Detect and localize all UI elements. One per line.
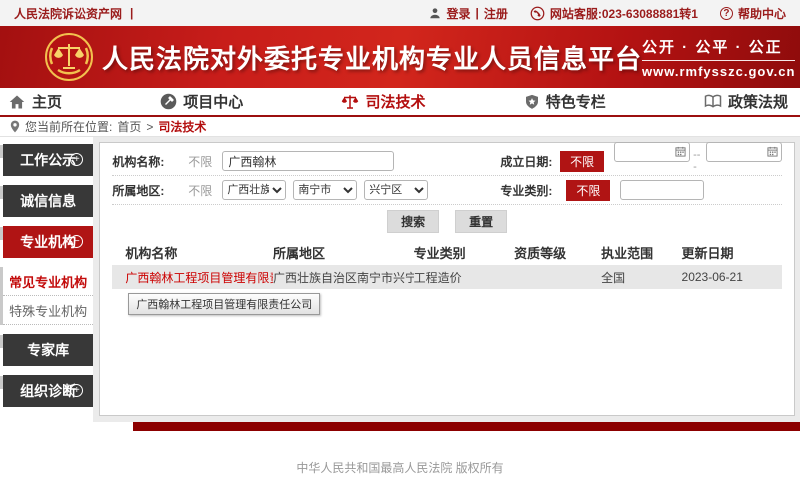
collapse-icon[interactable]: [70, 235, 83, 248]
org-name-link[interactable]: 广西翰林工程项目管理有限责任...: [125, 271, 273, 285]
topbar-divider: |: [130, 6, 133, 20]
sidebar-item-professional-orgs[interactable]: 专业机构: [3, 226, 93, 258]
sidebar-item-work-publicity[interactable]: 工作公示: [3, 144, 93, 176]
sidebar: 工作公示 诚信信息 专业机构 常见专业机构 特殊专业机构 专家库 组织诊断: [0, 137, 93, 422]
submenu-item-special-orgs[interactable]: 特殊专业机构: [3, 296, 93, 325]
user-icon: [428, 6, 442, 20]
slogan-divider: [642, 60, 795, 61]
site-url: www.rmfysszc.gov.cn: [642, 64, 795, 79]
phone-icon: [530, 6, 545, 21]
nav-item-judicial-tech[interactable]: 司法技术: [341, 91, 425, 112]
sidebar-submenu: 常见专业机构 特殊专业机构: [3, 267, 93, 325]
province-select[interactable]: 广西壮族自治区: [222, 180, 286, 200]
breadcrumb-separator: >: [146, 120, 153, 134]
org-name-input[interactable]: [222, 151, 394, 171]
form-actions: 搜索 重置: [112, 205, 782, 237]
col-header-category: 专业类别: [414, 239, 514, 265]
cell-updated: 2023-06-21: [682, 265, 782, 289]
cell-scope: 全国: [601, 265, 681, 289]
location-pin-icon: [10, 120, 20, 133]
sidebar-item-expert-pool[interactable]: 专家库: [3, 334, 93, 366]
home-icon: [8, 94, 26, 110]
book-icon: [704, 94, 722, 109]
org-name-label: 机构名称:: [112, 153, 178, 170]
filter-row-1: 机构名称: 不限 成立日期: 不限 ---: [112, 147, 782, 176]
col-header-scope: 执业范围: [601, 239, 681, 265]
table-row: 广西翰林工程项目管理有限责任... 广西壮族自治区南宁市兴宁区 工程造价 全国 …: [112, 265, 782, 289]
date-range-separator: ---: [693, 149, 703, 173]
nav-item-project-center[interactable]: 项目中心: [160, 91, 243, 112]
scales-icon: [341, 93, 359, 111]
breadcrumb-current: 司法技术: [158, 118, 206, 135]
sidebar-item-org-diagnosis[interactable]: 组织诊断: [3, 375, 93, 407]
footer: 中华人民共和国最高人民法院 版权所有: [0, 431, 800, 483]
register-link[interactable]: 注册: [484, 5, 508, 22]
founded-any-button[interactable]: 不限: [560, 151, 604, 172]
main-area: 机构名称: 不限 成立日期: 不限 ---: [93, 137, 800, 422]
breadcrumb-home[interactable]: 首页: [117, 118, 141, 135]
expand-icon[interactable]: [70, 153, 83, 166]
shield-star-icon: [524, 93, 540, 110]
help-icon: [720, 7, 733, 20]
nav-item-home[interactable]: 主页: [8, 91, 62, 112]
category-input[interactable]: [620, 180, 704, 200]
submenu-item-common-orgs[interactable]: 常见专业机构: [3, 267, 93, 296]
region-any-option[interactable]: 不限: [178, 182, 222, 199]
filter-row-2: 所属地区: 不限 广西壮族自治区 南宁市 兴宁区 专业类别: 不限: [112, 176, 782, 205]
site-banner: 人民法院对外委托专业机构专业人员信息平台 公开 · 公平 · 公正 www.rm…: [0, 26, 800, 88]
login-link[interactable]: 登录: [447, 5, 471, 22]
results-table: 机构名称 所属地区 专业类别 资质等级 执业范围 更新日期 广西翰林工程项目管理…: [112, 239, 782, 289]
site-title: 人民法院对外委托专业机构专业人员信息平台: [102, 39, 642, 76]
login-register-divider: |: [476, 6, 479, 20]
category-label: 专业类别:: [500, 182, 564, 199]
search-button[interactable]: 搜索: [387, 210, 439, 233]
region-label: 所属地区:: [112, 182, 178, 199]
cell-category: 工程造价: [414, 265, 514, 289]
col-header-grade: 资质等级: [514, 239, 601, 265]
hotline-text: 网站客服:023-63088881转1: [550, 5, 698, 22]
breadcrumb: 您当前所在位置: 首页 > 司法技术: [0, 117, 800, 137]
search-panel: 机构名称: 不限 成立日期: 不限 ---: [99, 142, 795, 416]
help-link[interactable]: 帮助中心: [738, 5, 786, 22]
gavel-circle-icon: [160, 93, 177, 110]
court-emblem-logo: [44, 32, 94, 82]
copyright-text: 中华人民共和国最高人民法院 版权所有: [296, 461, 503, 475]
top-utility-bar: 人民法院诉讼资产网 | 登录 | 注册 网站客服:023-63088881转1 …: [0, 0, 800, 26]
org-name-tooltip: 广西翰林工程项目管理有限责任公司: [128, 293, 320, 315]
reset-button[interactable]: 重置: [455, 210, 507, 233]
cell-grade: [514, 265, 601, 289]
site-slogan: 公开 · 公平 · 公正: [642, 36, 795, 57]
breadcrumb-prefix: 您当前所在位置:: [25, 118, 112, 135]
col-header-org-name: 机构名称: [112, 239, 273, 265]
founded-date-label: 成立日期:: [500, 153, 558, 170]
site-name-link[interactable]: 人民法院诉讼资产网: [14, 5, 122, 22]
sidebar-item-integrity-info[interactable]: 诚信信息: [3, 185, 93, 217]
cell-region: 广西壮族自治区南宁市兴宁区: [273, 265, 414, 289]
city-select[interactable]: 南宁市: [293, 180, 357, 200]
footer-red-strip: [133, 422, 800, 431]
table-header-row: 机构名称 所属地区 专业类别 资质等级 执业范围 更新日期: [112, 239, 782, 265]
expand-icon[interactable]: [70, 384, 83, 397]
main-navigation: 主页 项目中心 司法技术 特色专栏: [0, 88, 800, 117]
col-header-updated: 更新日期: [682, 239, 782, 265]
district-select[interactable]: 兴宁区: [364, 180, 428, 200]
col-header-region: 所属地区: [273, 239, 414, 265]
org-name-any-option[interactable]: 不限: [178, 153, 222, 170]
nav-item-policies[interactable]: 政策法规: [704, 91, 788, 112]
nav-item-featured-column[interactable]: 特色专栏: [524, 91, 606, 112]
category-any-button[interactable]: 不限: [566, 180, 610, 201]
